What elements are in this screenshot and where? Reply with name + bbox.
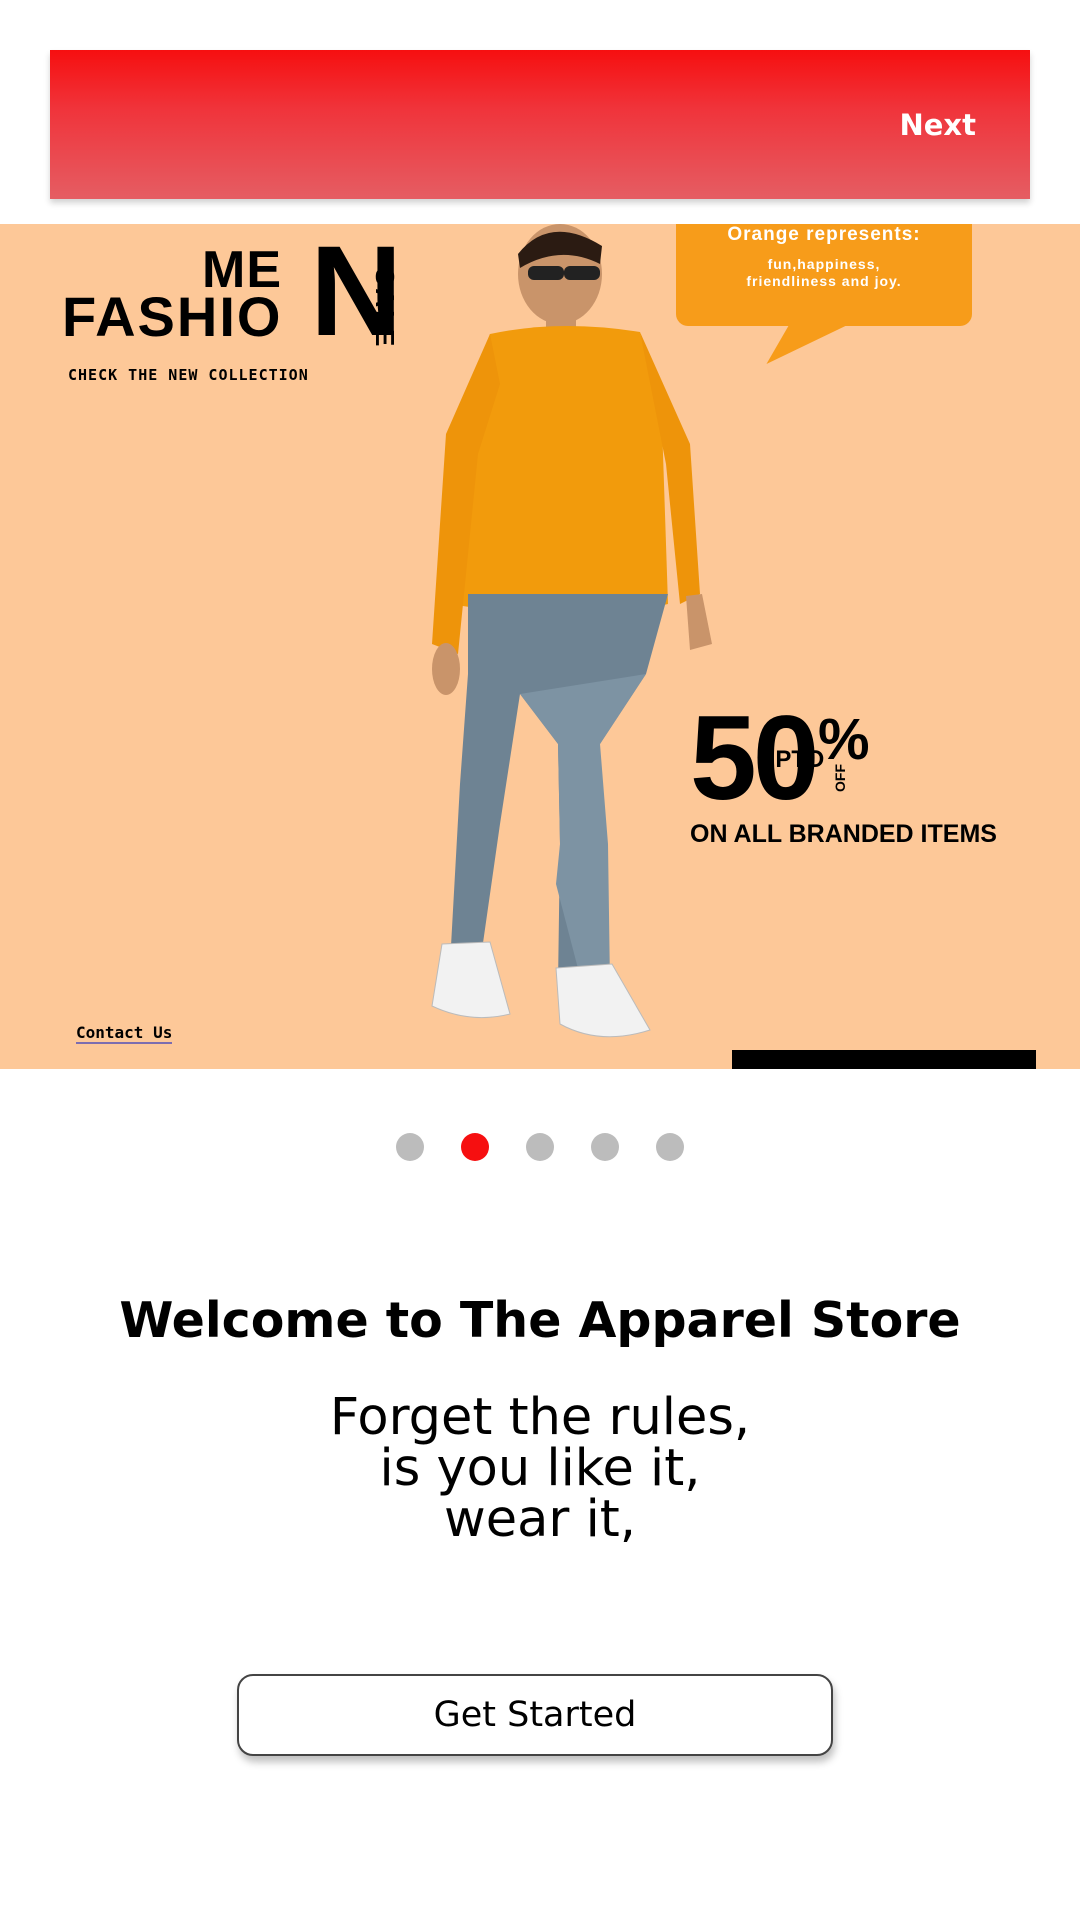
contact-us-link: Contact Us [76,1023,173,1044]
tagline-line: wear it, [444,1490,636,1549]
tagline: Forget the rules, is you like it, wear i… [0,1392,1080,1545]
tagline-line: Forget the rules, [329,1388,751,1447]
brand-fashion-text: FASHIO [62,285,283,348]
offer-line: ON ALL BRANDED ITEMS [690,820,997,848]
offer-percent: % [818,707,870,772]
banner-black-bar [732,1050,1036,1069]
promo-banner-image: ME FASHIO N SALE CHECK THE NEW COLLECTIO… [0,224,1080,1069]
carousel-dot[interactable] [591,1133,620,1161]
model-illustration [431,224,712,1038]
carousel-indicator [0,1133,1080,1161]
carousel-dot[interactable] [656,1133,685,1161]
offer-off: OFF [832,764,848,792]
carousel-dot[interactable] [395,1133,424,1161]
welcome-title: Welcome to The Apparel Store [119,1292,961,1349]
top-header-bar: Next [50,50,1030,199]
offer-upto: UPTO [758,746,825,773]
brand-tagline: CHECK THE NEW COLLECTION [68,366,309,384]
tagline-line: is you like it, [379,1439,701,1498]
get-started-button[interactable]: Get Started [237,1674,833,1756]
next-button[interactable]: Next [899,108,976,142]
carousel-dot-active[interactable] [460,1133,489,1161]
carousel-dot[interactable] [526,1133,554,1161]
